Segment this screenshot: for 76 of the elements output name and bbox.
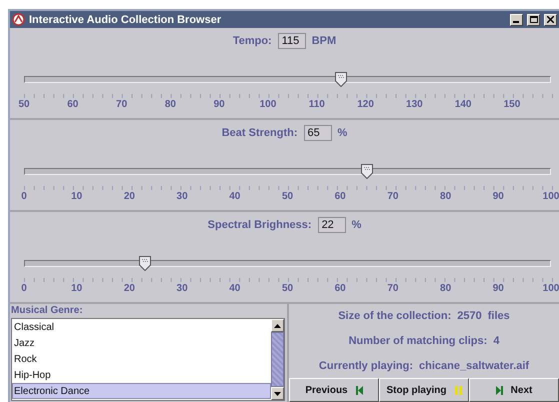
- up-arrow-icon: [274, 324, 281, 328]
- slider-label: Tempo:: [232, 35, 272, 47]
- tick-label: 100: [542, 191, 559, 202]
- maximize-button[interactable]: [527, 14, 540, 26]
- tick-label: 80: [440, 191, 452, 202]
- tick-label: 130: [406, 99, 423, 110]
- slider[interactable]: [24, 164, 551, 179]
- genre-item[interactable]: Electronic Dance: [12, 383, 271, 399]
- skip-back-icon: [356, 386, 363, 395]
- slider-label: Spectral Brighness:: [208, 219, 312, 231]
- tick-label: 0: [21, 191, 27, 202]
- slider-label: Beat Strength:: [222, 127, 298, 139]
- genre-label: Musical Genre:: [11, 304, 84, 317]
- scroll-thumb[interactable]: [271, 332, 284, 387]
- tick-label: 70: [116, 99, 128, 110]
- tick-label: 40: [229, 283, 240, 294]
- tick-label: 30: [176, 283, 188, 294]
- scroll-down-button[interactable]: [271, 387, 284, 400]
- info-unit: files: [488, 310, 510, 322]
- info-value: 2570: [457, 310, 482, 322]
- tick-label: 60: [334, 191, 346, 202]
- maximize-icon: [530, 16, 538, 23]
- slider-thumb[interactable]: [360, 164, 373, 179]
- tick-label: 80: [440, 283, 452, 294]
- tick-label: 150: [504, 99, 520, 110]
- tick-label: 90: [492, 283, 504, 294]
- playback-button[interactable]: Next: [469, 378, 559, 402]
- tick-label: 90: [492, 191, 504, 202]
- slider-thumb[interactable]: [335, 72, 348, 87]
- minimize-button[interactable]: [510, 14, 523, 26]
- tick-label: 50: [282, 191, 294, 202]
- tick-label: 60: [67, 99, 78, 110]
- pause-icon: [454, 386, 462, 395]
- tick-label: 90: [214, 99, 225, 110]
- tick-label: 70: [387, 191, 398, 202]
- unit-label: BPM: [312, 35, 336, 47]
- tick-label: 120: [357, 99, 374, 110]
- value-field[interactable]: 65: [304, 125, 332, 141]
- info-value: 4: [493, 335, 500, 347]
- close-button[interactable]: [544, 14, 557, 26]
- playback-button[interactable]: Previous: [289, 378, 379, 402]
- tick-label: 80: [164, 99, 176, 110]
- tick-label: 110: [308, 99, 325, 110]
- tick-label: 50: [282, 283, 294, 294]
- tick-label: 10: [71, 283, 82, 294]
- tick-label: 0: [21, 283, 27, 294]
- window-title: Interactive Audio Collection Browser: [29, 14, 222, 26]
- close-icon: [547, 16, 554, 23]
- info-value: chicane_saltwater.aif: [419, 360, 530, 372]
- slider-thumb[interactable]: [139, 256, 152, 271]
- tick-label: 100: [260, 99, 276, 110]
- value-field[interactable]: 115: [278, 33, 306, 49]
- tick-label: 50: [18, 99, 30, 110]
- unit-label: %: [352, 219, 362, 231]
- slider[interactable]: [24, 72, 551, 87]
- tick-label: 40: [229, 191, 240, 202]
- tick-label: 60: [334, 283, 346, 294]
- scrollbar[interactable]: [271, 319, 284, 400]
- info-label: Currently playing:: [318, 360, 414, 372]
- tick-label: 20: [124, 283, 135, 294]
- tick-label: 20: [124, 191, 135, 202]
- tick-label: 70: [387, 283, 398, 294]
- playback-button[interactable]: Stop playing: [379, 378, 469, 402]
- slider[interactable]: [24, 256, 551, 271]
- skip-forward-icon: [496, 386, 503, 395]
- app-icon: [12, 13, 25, 26]
- tick-label: 30: [176, 191, 188, 202]
- scroll-up-button[interactable]: [271, 319, 284, 332]
- tick-label: 140: [454, 99, 472, 110]
- tick-label: 10: [71, 191, 82, 202]
- value-field[interactable]: 22: [318, 217, 346, 233]
- down-arrow-icon: [274, 392, 281, 396]
- tick-label: 100: [542, 283, 559, 294]
- info-label: Size of the collection:: [338, 310, 452, 322]
- unit-label: %: [338, 127, 348, 139]
- info-label: Number of matching clips:: [348, 335, 488, 347]
